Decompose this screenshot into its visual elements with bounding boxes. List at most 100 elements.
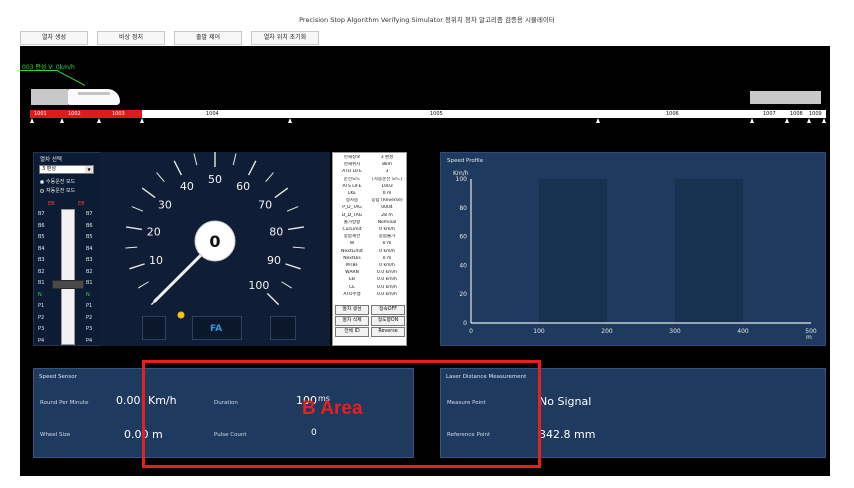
info-row: NextLimit 0 km/h — [335, 249, 405, 255]
gauge-tick — [287, 226, 305, 231]
notch-label: P1 — [86, 303, 93, 309]
info-value: 0 m — [382, 241, 392, 247]
precision-on-button[interactable]: 정도향ON — [371, 316, 405, 326]
info-key: ATO LIFE — [342, 169, 362, 175]
mode-auto-radio[interactable]: 자동운전 모드 — [40, 187, 75, 194]
notch-label: B4 — [86, 245, 93, 252]
train-status-line — [20, 70, 58, 71]
track-boundary-marker — [140, 118, 144, 123]
gauge-tick — [274, 187, 289, 199]
mode-manual-radio[interactable]: 수동운전 모드 — [40, 178, 75, 185]
info-row: 출가방향 Nominal — [335, 220, 405, 226]
emergency-notch-right: EB — [78, 201, 85, 207]
notch-label: N — [86, 291, 90, 298]
gauge-scale-label: 40 — [180, 180, 194, 193]
menu-create-train[interactable]: 열차 생성 — [20, 31, 88, 45]
info-value: 0.0 km/h — [377, 284, 397, 290]
chart-tick-labels: 0 100 200 300 400 500020406080100 — [456, 176, 817, 335]
info-row: CurLimit 0 km/h — [335, 227, 405, 233]
block-occupied-marker — [31, 89, 68, 105]
track-block-label: 1008 — [790, 111, 803, 117]
indicator-box-left — [142, 316, 166, 340]
info-row: D_D_TAG 28 m — [335, 213, 405, 219]
notch-label: P3 — [86, 326, 93, 332]
gauge-tick — [138, 281, 149, 289]
info-key: MTBF — [345, 263, 359, 268]
create-train-button[interactable]: 열차 생성 — [335, 305, 369, 315]
gauge-scale-label: 50 — [208, 173, 222, 186]
notch-label: B4 — [38, 245, 45, 252]
x-tick-label: 300 — [669, 328, 681, 335]
track-block-label: 1003 — [112, 111, 125, 117]
menu-emergency-stop[interactable]: 비상 정지 — [97, 31, 165, 45]
info-row: MTBF 0 km/h — [335, 263, 405, 269]
info-key: ATO주행 — [343, 291, 361, 297]
info-row: 운전모드 [자동운전 모드] — [335, 177, 405, 183]
current-speed-readout: 0 — [209, 232, 220, 251]
cruise-off-button[interactable]: 정속OFF — [371, 305, 405, 315]
track-block-label: 1009 — [809, 111, 822, 117]
master-controller-panel: 열차 선택 3 편성 ▼ 수동운전 모드 자동운전 모드 EB EB B7 B6 B… — [33, 152, 103, 346]
info-value: [자동운전 모드] — [372, 176, 402, 182]
delete-train-button[interactable]: 열차 삭제 — [335, 316, 369, 326]
info-row: P_D_TAG 0004 — [335, 205, 405, 211]
gauge-tick — [265, 172, 274, 183]
y-tick-label: 40 — [459, 262, 467, 269]
drive-mode-label: FA — [210, 324, 223, 334]
gauge-scale-label: 90 — [267, 254, 281, 267]
info-key: 종합제한 — [343, 234, 361, 240]
menu-reset-train-position[interactable]: 열차 위치 초기화 — [251, 31, 319, 45]
info-row: 현재정보 3 편성 — [335, 155, 405, 161]
info-value: 0 m — [382, 191, 392, 196]
notch-label: P2 — [38, 314, 45, 321]
gauge-tick — [232, 153, 237, 166]
gauge-scale-label: 10 — [149, 254, 163, 267]
track-boundary-marker — [822, 118, 826, 123]
gauge-tick — [131, 206, 144, 212]
notch-label: B5 — [38, 234, 45, 240]
info-value: 28 m — [381, 212, 393, 218]
info-value: Nominal — [377, 219, 397, 225]
chart-y-label: Km/h — [453, 170, 469, 177]
track-boundary-marker — [60, 118, 64, 123]
notch-label: B2 — [86, 268, 93, 275]
rpm-value: 0.00 — [116, 394, 141, 407]
notch-label: P2 — [86, 314, 93, 321]
gauge-tick — [141, 187, 156, 199]
chart-band — [675, 179, 743, 323]
info-value: 1003 — [381, 183, 393, 189]
y-tick-label: 0 — [463, 320, 467, 327]
menu-departure-control[interactable]: 출발 제어 — [174, 31, 242, 45]
train-select-dropdown[interactable]: 3 편성 ▼ — [39, 165, 94, 174]
speed-sensor-title: Speed Sensor — [39, 374, 77, 380]
track-block-label: 1001 — [34, 111, 47, 117]
track-block-label: 1005 — [430, 111, 443, 117]
gauge-scale-label: 70 — [258, 199, 272, 212]
info-value: 3 편성 — [380, 155, 394, 160]
info-row: CE 0.0 km/h — [335, 285, 405, 291]
gauge-tick — [247, 160, 257, 176]
train-icon[interactable] — [68, 89, 120, 105]
x-tick-label: 100 — [533, 328, 545, 335]
gauge-tick — [125, 246, 138, 249]
x-tick-label: 0 — [469, 328, 473, 335]
reverse-button[interactable]: Reverse — [371, 327, 405, 337]
info-value: 0.0 km/h — [377, 291, 397, 297]
notch-label: N — [38, 291, 42, 298]
info-key: CurLimit — [342, 227, 362, 232]
info-key: 정차중 — [345, 198, 359, 204]
all-id-button[interactable]: 전체 ID — [335, 327, 369, 337]
gauge-tick — [281, 281, 292, 289]
info-row: W 0 m — [335, 241, 405, 247]
lever-handle[interactable] — [52, 280, 84, 289]
track-block-label: 1002 — [68, 111, 81, 117]
track-boundary-marker — [30, 118, 34, 123]
info-key: NextLimit — [341, 248, 363, 254]
notch-label: P3 — [38, 326, 45, 332]
info-row: WARN 0.0 km/h — [335, 270, 405, 276]
info-row: LKE 0 m — [335, 191, 405, 197]
info-key: 현재정보 — [343, 155, 361, 160]
info-value: 0 km/h — [379, 248, 395, 254]
chevron-down-icon[interactable]: ▼ — [85, 166, 93, 173]
notch-label: B5 — [86, 234, 93, 240]
